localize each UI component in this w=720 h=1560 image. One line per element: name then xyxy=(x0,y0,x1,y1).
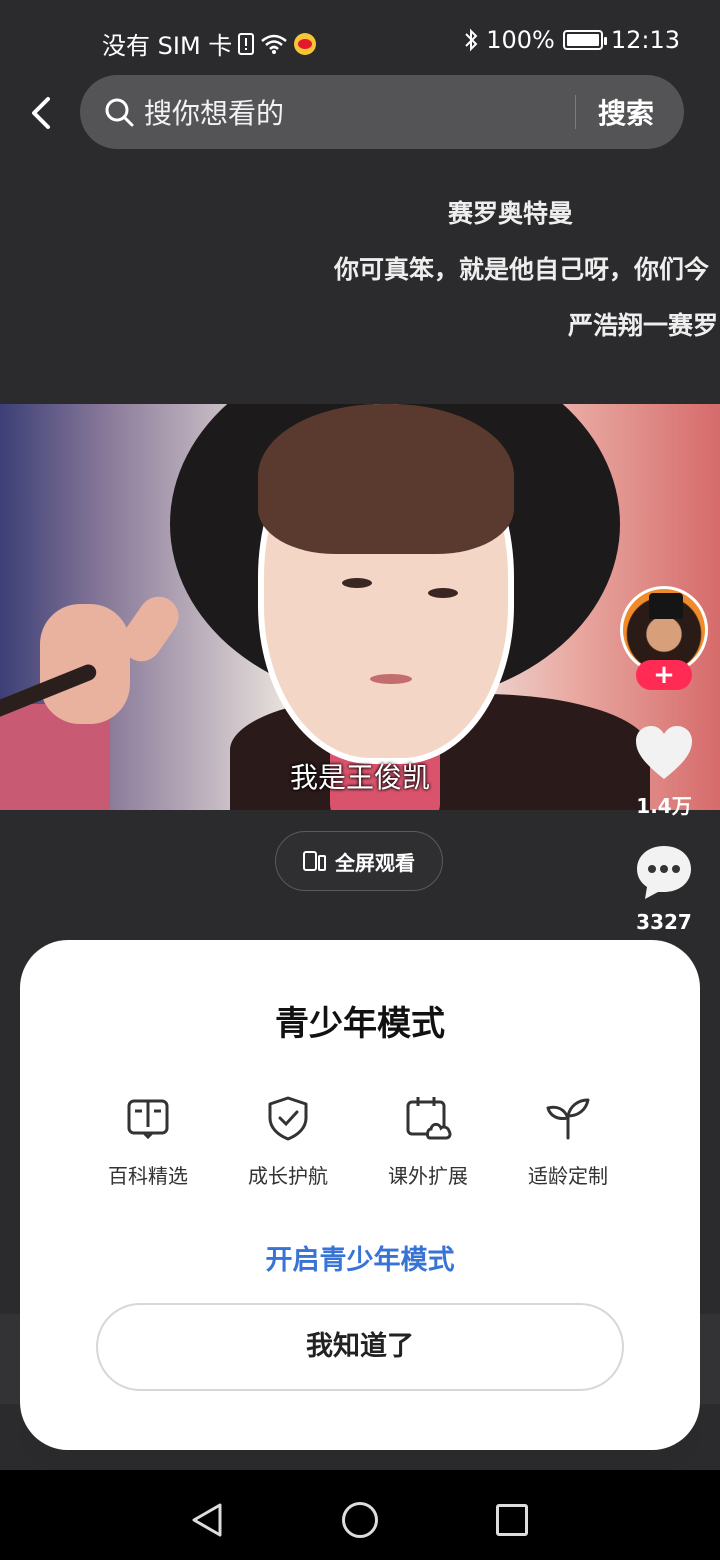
like-heart-icon[interactable] xyxy=(634,725,694,781)
feature-item: 成长护航 xyxy=(228,1094,348,1189)
comment-count: 3327 xyxy=(636,910,692,934)
feature-item: 课外扩展 xyxy=(368,1094,488,1189)
lyric-line: 赛罗奥特曼 xyxy=(448,199,574,228)
dialog-title: 青少年模式 xyxy=(275,1004,445,1044)
weibo-icon xyxy=(294,32,317,55)
video-caption: 我是王俊凯 xyxy=(289,761,430,794)
feature-label: 成长护航 xyxy=(248,1164,328,1188)
status-right: 100% 12:13 xyxy=(464,26,680,54)
sim-alert-icon xyxy=(238,32,255,55)
feature-list: 百科精选 成长护航 课外扩展 适龄定制 xyxy=(88,1094,628,1189)
comment-bubble-icon[interactable] xyxy=(634,843,694,903)
feature-label: 课外扩展 xyxy=(388,1164,468,1188)
battery-icon xyxy=(562,30,607,50)
top-bar: 搜你想看的 搜索 xyxy=(0,75,720,151)
search-bar[interactable]: 搜你想看的 搜索 xyxy=(80,75,684,149)
fullscreen-button[interactable]: 全屏观看 xyxy=(275,831,443,891)
carrier-text: 没有 SIM 卡 xyxy=(102,32,233,60)
back-arrow-icon[interactable] xyxy=(22,93,62,133)
wifi-icon xyxy=(261,34,288,54)
face-cutout xyxy=(370,674,412,684)
battery-percent: 100% xyxy=(486,26,555,54)
face-cutout xyxy=(342,578,372,588)
book-icon xyxy=(127,1099,169,1140)
video-player[interactable]: 我是王俊凯 xyxy=(0,404,720,810)
nav-home-icon[interactable] xyxy=(342,1502,378,1538)
search-input[interactable]: 搜你想看的 xyxy=(144,92,575,132)
enable-teen-mode-link[interactable]: 开启青少年模式 xyxy=(20,1238,700,1277)
status-bar: 没有 SIM 卡 100% 12:13 xyxy=(0,0,720,80)
feature-label: 适龄定制 xyxy=(528,1164,608,1188)
feature-item: 适龄定制 xyxy=(508,1094,628,1189)
nav-recents-icon[interactable] xyxy=(496,1504,528,1536)
feature-label: 百科精选 xyxy=(108,1164,188,1188)
fullscreen-icon xyxy=(303,851,326,871)
search-icon xyxy=(105,98,134,127)
search-button[interactable]: 搜索 xyxy=(598,92,654,132)
lyric-line: 你可真笨，就是他自己呀，你们今 xyxy=(334,255,710,284)
nav-back-icon[interactable] xyxy=(190,1502,224,1538)
calendar-cloud-icon xyxy=(406,1097,452,1140)
clock: 12:13 xyxy=(610,26,680,54)
like-count: 1.4万 xyxy=(636,794,692,818)
shield-check-icon xyxy=(268,1096,308,1141)
face-cutout xyxy=(428,588,458,598)
search-divider xyxy=(574,95,576,129)
fullscreen-label: 全屏观看 xyxy=(335,850,415,875)
face-cutout xyxy=(258,404,514,554)
status-left: 没有 SIM 卡 xyxy=(102,26,317,61)
sprout-icon xyxy=(546,1098,590,1140)
lyric-line: 严浩翔一赛罗 xyxy=(568,311,719,340)
dismiss-button[interactable]: 我知道了 xyxy=(96,1303,624,1391)
system-nav-bar xyxy=(0,1470,720,1560)
follow-button[interactable]: + xyxy=(636,660,692,690)
teen-mode-dialog: 青少年模式 百科精选 成长护航 课外扩展 适龄定制 开启青少年模式 我知道了 xyxy=(20,940,700,1450)
feature-item: 百科精选 xyxy=(88,1094,208,1189)
bluetooth-icon xyxy=(465,28,478,52)
